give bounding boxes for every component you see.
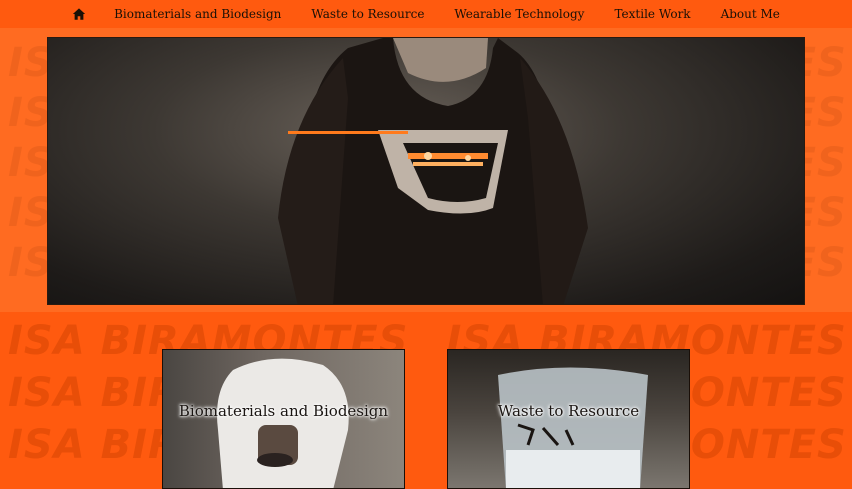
nav-item-about-me[interactable]: About Me (721, 7, 780, 21)
card-title: Waste to Resource (497, 402, 640, 420)
watermark-row: ISA BIRAMONTESISA BIRAMONTES (8, 370, 847, 416)
nav-item-waste-to-resource[interactable]: Waste to Resource (311, 7, 424, 21)
hero-image (47, 37, 805, 305)
project-card-biomaterials[interactable]: Biomaterials and Biodesign (162, 349, 405, 489)
card-title: Biomaterials and Biodesign (178, 402, 389, 420)
watermark-row: ISA BIRAMONTESISA BIRAMONTES (8, 422, 847, 468)
top-navigation: Biomaterials and Biodesign Waste to Reso… (0, 0, 852, 28)
watermark-row: ISA BIRAMONTESISA BIRAMONTES (8, 318, 847, 364)
home-icon[interactable] (72, 7, 86, 21)
nav-item-wearable-technology[interactable]: Wearable Technology (454, 7, 584, 21)
project-card-waste-to-resource[interactable]: Waste to Resource (447, 349, 690, 489)
nav-item-textile-work[interactable]: Textile Work (614, 7, 690, 21)
nav-item-biomaterials[interactable]: Biomaterials and Biodesign (114, 7, 281, 21)
hero-illustration (278, 38, 588, 304)
